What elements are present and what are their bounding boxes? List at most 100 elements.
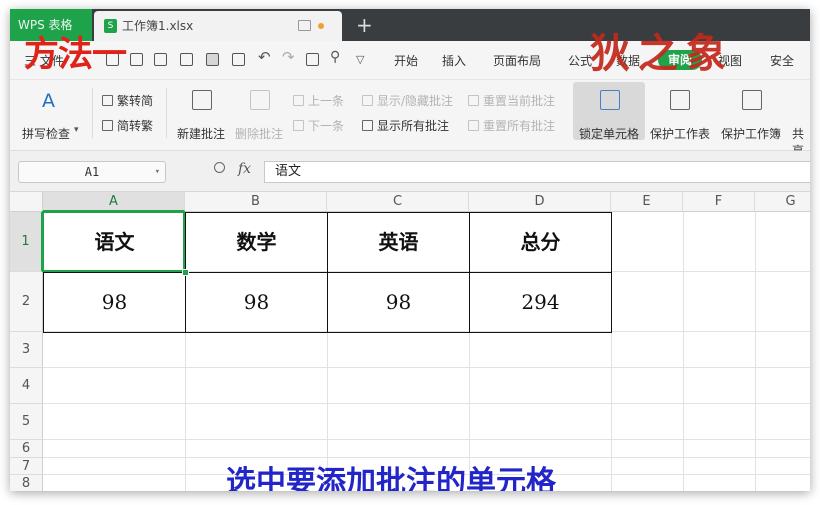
next-comment-button[interactable]: 下一条 (293, 117, 344, 134)
prev-comment-button[interactable]: 上一条 (293, 92, 344, 109)
trad-to-simp-label: 繁转简 (117, 94, 154, 108)
formula-input[interactable]: 语文 (264, 161, 810, 183)
reset-all-comments-button[interactable]: 重置所有批注 (468, 117, 555, 134)
trad-to-simp-icon (102, 95, 113, 106)
delete-comment-icon (250, 90, 270, 110)
cell-c2[interactable]: 98 (327, 272, 470, 333)
next-comment-label: 下一条 (308, 119, 345, 133)
tab-page-layout[interactable]: 页面布局 (493, 52, 541, 69)
cell-b2[interactable]: 98 (185, 272, 328, 333)
monitor-icon[interactable] (298, 20, 311, 31)
spreadsheet-window: WPS 表格 S 工作簿1.xlsx + 三 文件 ↶ ↷ ⚲ ▽ 开始 插入 … (10, 9, 810, 491)
tab-formulas[interactable]: 公式 (568, 52, 592, 69)
show-hide-comment-button[interactable]: 显示/隐藏批注 (362, 92, 453, 109)
column-header-c[interactable]: C (327, 192, 469, 212)
new-tab-button[interactable]: + (356, 9, 373, 41)
column-header-b[interactable]: B (185, 192, 327, 212)
gridline (43, 403, 810, 404)
sheet-grid: A B C D E F G 1 2 3 4 5 6 7 8 语文 数学 英语 总… (10, 192, 810, 491)
show-all-comments-label: 显示所有批注 (377, 119, 450, 133)
protect-workbook-icon (742, 90, 762, 110)
cell-c1[interactable]: 英语 (327, 212, 470, 273)
simp-to-trad-label: 简转繁 (117, 119, 154, 133)
column-header-d[interactable]: D (469, 192, 611, 212)
next-comment-icon (293, 120, 304, 131)
new-comment-button[interactable]: 新建批注 (177, 125, 225, 142)
reset-all-comments-label: 重置所有批注 (483, 119, 556, 133)
overlay-logo: 狄之象 (590, 30, 734, 77)
fx-icon[interactable]: fx (238, 161, 251, 177)
reset-current-comment-label: 重置当前批注 (483, 94, 556, 108)
cell-a2[interactable]: 98 (43, 272, 186, 333)
lock-cell-icon (600, 90, 620, 110)
column-header-a[interactable]: A (43, 192, 185, 212)
search-icon[interactable]: ⚲ (330, 49, 340, 65)
column-header-f[interactable]: F (683, 192, 755, 212)
select-all-corner[interactable] (10, 192, 43, 212)
prev-comment-icon (293, 95, 304, 106)
row-header-4[interactable]: 4 (10, 368, 43, 404)
reset-current-comment-button[interactable]: 重置当前批注 (468, 92, 555, 109)
spellcheck-button[interactable]: 拼写检查 (22, 125, 70, 142)
protect-workbook-button[interactable]: 保护工作簿 (721, 125, 781, 142)
row-header-3[interactable]: 3 (10, 332, 43, 368)
tab-security[interactable]: 安全 (770, 52, 794, 69)
redo-icon[interactable]: ↷ (282, 48, 295, 66)
show-hide-comment-label: 显示/隐藏批注 (377, 94, 454, 108)
row-header-6[interactable]: 6 (10, 440, 43, 458)
gridline (755, 212, 756, 491)
protect-sheet-icon (670, 90, 690, 110)
chevron-down-icon[interactable]: ▽ (356, 53, 364, 66)
gridline (683, 212, 684, 491)
ribbon-separator (92, 88, 93, 138)
tab-home[interactable]: 开始 (394, 52, 418, 69)
zoom-icon[interactable] (214, 162, 225, 173)
preview-icon[interactable] (232, 53, 245, 66)
column-header-g[interactable]: G (755, 192, 810, 212)
open-folder-icon[interactable] (130, 53, 143, 66)
show-all-comments-button[interactable]: 显示所有批注 (362, 117, 449, 134)
show-hide-comment-icon (362, 95, 373, 106)
trad-to-simp-button[interactable]: 繁转简 (102, 92, 153, 109)
cell-d1[interactable]: 总分 (469, 212, 612, 273)
unsaved-dot-icon (318, 23, 324, 29)
lock-cell-label: 锁定单元格 (579, 127, 640, 141)
file-name: 工作簿1.xlsx (122, 19, 194, 33)
row-header-1[interactable]: 1 (10, 212, 43, 272)
name-box-value: A1 (84, 165, 100, 179)
gridline (185, 332, 186, 491)
save-icon[interactable] (154, 53, 167, 66)
formula-bar: A1 ▾ fx 语文 (10, 151, 810, 192)
tab-insert[interactable]: 插入 (442, 52, 466, 69)
gridline (43, 367, 810, 368)
column-header-e[interactable]: E (611, 192, 683, 212)
overlay-caption: 选中要添加批注的单元格 (226, 465, 556, 491)
name-box-dropdown-icon[interactable]: ▾ (155, 162, 160, 182)
simp-to-trad-button[interactable]: 简转繁 (102, 117, 153, 134)
name-box[interactable]: A1 ▾ (18, 161, 166, 183)
file-tab[interactable]: S 工作簿1.xlsx (94, 11, 342, 41)
simp-to-trad-icon (102, 120, 113, 131)
row-header-8[interactable]: 8 (10, 475, 43, 491)
cell-d2[interactable]: 294 (469, 272, 612, 333)
cell-b1[interactable]: 数学 (185, 212, 328, 273)
reset-current-comment-icon (468, 95, 479, 106)
spellcheck-dropdown-icon[interactable]: ▾ (74, 125, 79, 135)
print-icon[interactable] (180, 53, 193, 66)
row-header-5[interactable]: 5 (10, 404, 43, 440)
delete-comment-button[interactable]: 删除批注 (235, 125, 283, 142)
pdf-icon[interactable] (306, 53, 319, 66)
review-ribbon: A 拼写检查 ▾ 繁转简 简转繁 新建批注 删除批注 上一条 下一条 显示/隐藏… (10, 80, 810, 158)
print-preview-icon[interactable] (206, 53, 219, 66)
ribbon-separator (166, 88, 167, 138)
fill-handle[interactable] (182, 269, 189, 276)
new-comment-icon (192, 90, 212, 110)
row-header-2[interactable]: 2 (10, 272, 43, 332)
protect-sheet-button[interactable]: 保护工作表 (650, 125, 710, 142)
gridline (43, 439, 810, 440)
row-header-7[interactable]: 7 (10, 458, 43, 475)
reset-all-comments-icon (468, 120, 479, 131)
show-all-comments-icon (362, 120, 373, 131)
undo-icon[interactable]: ↶ (258, 48, 271, 66)
prev-comment-label: 上一条 (308, 94, 345, 108)
